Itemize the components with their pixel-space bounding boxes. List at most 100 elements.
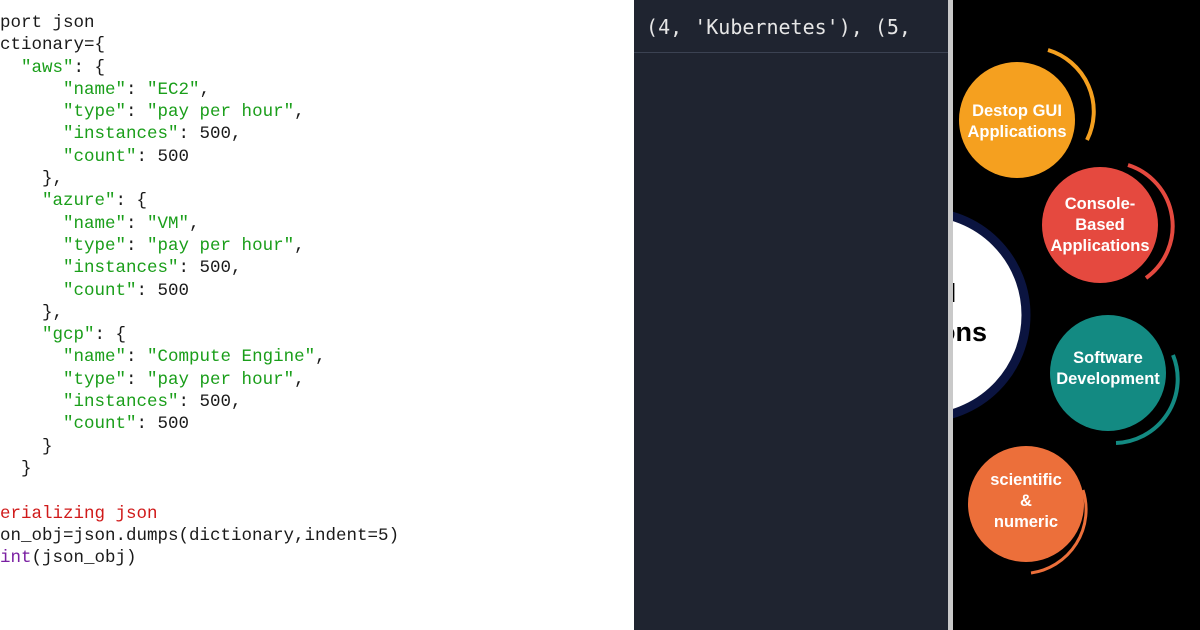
terminal-divider xyxy=(634,52,948,53)
code-token: , xyxy=(199,79,211,100)
code-token: "VM" xyxy=(147,213,190,234)
code-token: "instances" xyxy=(63,124,179,145)
code-token: erializing json xyxy=(0,503,158,524)
code-token: ctionary={ xyxy=(0,35,106,56)
code-token: , xyxy=(315,347,326,368)
code-token: "instances" xyxy=(63,258,179,279)
code-token: "type" xyxy=(63,369,127,390)
bubble-desktop-gui-circle xyxy=(959,62,1075,178)
bubble-scientific-numeric-line-2: & xyxy=(1020,492,1032,510)
code-token: "instances" xyxy=(63,392,179,413)
code-token: on_obj=json.dumps(dictionary,indent=5) xyxy=(0,525,400,546)
code-token: : { xyxy=(115,191,148,212)
code-token: }, xyxy=(0,169,64,190)
code-token: : xyxy=(126,369,148,390)
code-line[interactable]: int(json_obj) xyxy=(0,547,399,569)
bubble-console-based-line-2: Based xyxy=(1075,216,1125,234)
bubble-scientific-numeric-line-1: scientific xyxy=(990,471,1062,489)
code-token: : 500 xyxy=(136,414,190,435)
code-line[interactable]: "count": 500 xyxy=(0,413,399,435)
code-line[interactable]: "instances": 500, xyxy=(0,391,399,413)
code-token: : 500, xyxy=(178,258,242,279)
terminal-panel[interactable]: (4, 'Kubernetes'), (5, xyxy=(634,0,948,630)
code-line[interactable]: "azure": { xyxy=(0,190,399,212)
infographic-svg: l ons Destop GUI Applications Console- B… xyxy=(953,48,1180,575)
infographic-panel: l ons Destop GUI Applications Console- B… xyxy=(953,0,1200,630)
code-token: } xyxy=(0,436,53,457)
code-token: port json xyxy=(0,13,95,33)
code-token: (json_obj) xyxy=(31,548,137,569)
center-ring xyxy=(953,211,1031,419)
bubble-desktop-gui-line-1: Destop GUI xyxy=(972,102,1062,120)
code-line[interactable]: "type": "pay per hour", xyxy=(0,101,399,123)
code-token: : xyxy=(126,235,148,256)
code-token: : xyxy=(126,102,148,123)
code-token: "name" xyxy=(63,347,127,368)
code-token: "name" xyxy=(63,213,127,234)
code-token: : { xyxy=(94,325,127,346)
code-line[interactable]: port json xyxy=(0,12,399,34)
code-line[interactable]: "type": "pay per hour", xyxy=(0,369,399,391)
bubble-desktop-gui-line-2: Applications xyxy=(967,123,1066,141)
code-token: "pay per hour" xyxy=(147,369,295,390)
code-token: "azure" xyxy=(42,191,116,212)
bubble-scientific-numeric: scientific & numeric xyxy=(968,446,1084,562)
code-token: "name" xyxy=(63,79,127,100)
code-line[interactable]: }, xyxy=(0,168,399,190)
code-token: "type" xyxy=(63,102,127,123)
code-line[interactable]: "aws": { xyxy=(0,57,399,79)
code-line[interactable]: ctionary={ xyxy=(0,34,399,56)
code-token: , xyxy=(294,369,305,390)
code-token: "gcp" xyxy=(42,325,95,346)
bubble-desktop-gui: Destop GUI Applications xyxy=(959,62,1075,178)
code-token: } xyxy=(0,458,32,479)
bubble-console-based: Console- Based Applications xyxy=(1042,167,1158,283)
bubble-software-development-line-1: Software xyxy=(1073,349,1143,367)
code-line[interactable]: } xyxy=(0,458,399,480)
code-line[interactable]: "name": "EC2", xyxy=(0,79,399,101)
code-line[interactable]: } xyxy=(0,436,399,458)
code-token: "aws" xyxy=(21,57,74,78)
code-editor-panel[interactable]: port json ctionary={ "aws": { "name": "EC… xyxy=(0,0,634,630)
code-token: "type" xyxy=(63,235,127,256)
code-token: : 500, xyxy=(178,124,242,145)
code-token: "EC2" xyxy=(147,79,200,100)
code-token: "Compute Engine" xyxy=(147,347,316,368)
code-token: : xyxy=(126,347,148,368)
code-line[interactable]: "instances": 500, xyxy=(0,123,399,145)
code-line[interactable]: "count": 500 xyxy=(0,280,399,302)
code-line[interactable] xyxy=(0,480,399,502)
code-token: , xyxy=(294,235,305,256)
code-token: : 500 xyxy=(136,146,190,167)
code-line[interactable]: on_obj=json.dumps(dictionary,indent=5) xyxy=(0,525,399,547)
bubble-software-development: Software Development xyxy=(1050,315,1166,431)
code-lines: port json ctionary={ "aws": { "name": "EC… xyxy=(0,12,399,569)
code-line[interactable]: "instances": 500, xyxy=(0,257,399,279)
code-token: , xyxy=(294,102,305,123)
code-line[interactable]: "type": "pay per hour", xyxy=(0,235,399,257)
code-line[interactable]: erializing json xyxy=(0,503,399,525)
code-token: int xyxy=(0,548,32,569)
code-line[interactable]: }, xyxy=(0,302,399,324)
code-token: }, xyxy=(0,302,64,323)
code-token: , xyxy=(189,213,200,234)
code-line[interactable]: "count": 500 xyxy=(0,146,399,168)
code-line[interactable]: "gcp": { xyxy=(0,324,399,346)
code-line[interactable]: "name": "VM", xyxy=(0,213,399,235)
code-token: "count" xyxy=(63,414,137,435)
bubble-software-development-line-2: Development xyxy=(1056,370,1160,388)
code-token: : 500 xyxy=(136,280,190,301)
code-line[interactable]: "name": "Compute Engine", xyxy=(0,346,399,368)
